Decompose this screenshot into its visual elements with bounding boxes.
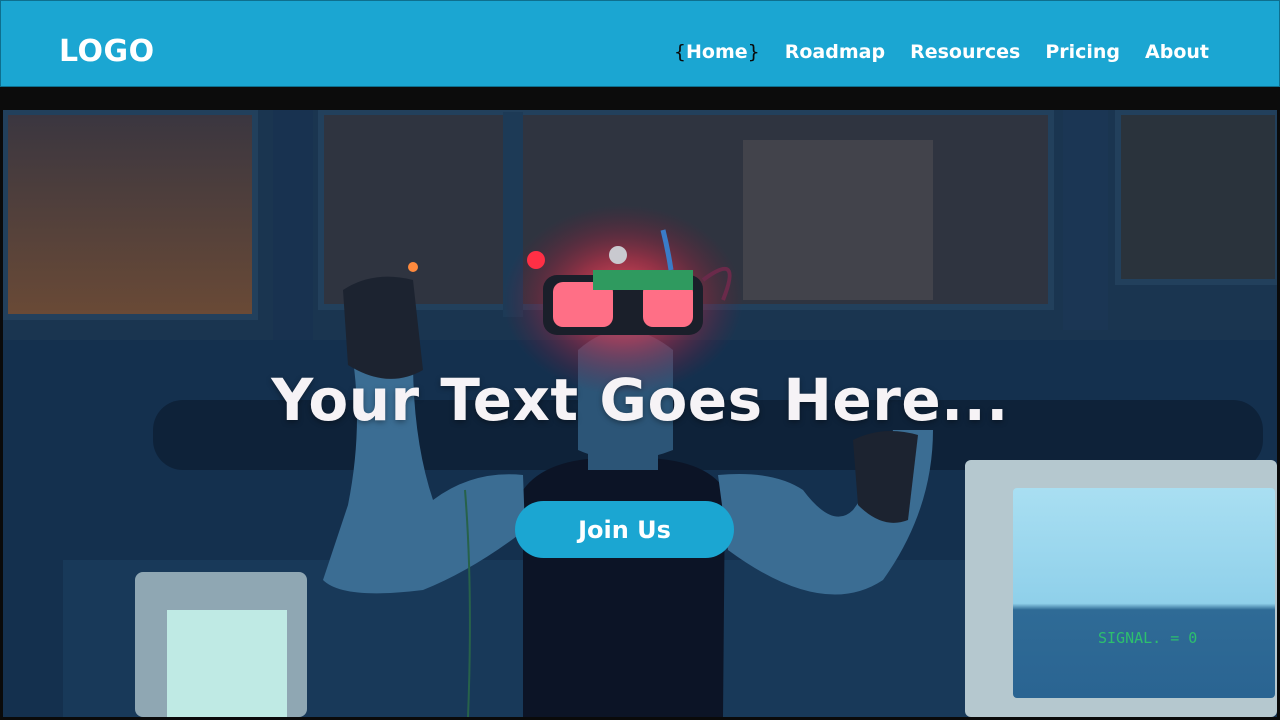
nav-link-roadmap[interactable]: Roadmap xyxy=(785,39,885,65)
navbar: LOGO {Home} Roadmap Resources Pricing Ab… xyxy=(0,0,1280,87)
close-brace: } xyxy=(747,41,760,63)
nav-link-pricing[interactable]: Pricing xyxy=(1045,39,1120,65)
nav-link-about[interactable]: About xyxy=(1145,39,1209,65)
monitor-signal-text: SIGNAL. = 0 xyxy=(1098,629,1197,647)
logo[interactable]: LOGO xyxy=(59,34,155,70)
nav-link-home[interactable]: {Home} xyxy=(674,39,760,65)
nav-links: {Home} Roadmap Resources Pricing About xyxy=(674,39,1209,65)
hero-headline: Your Text Goes Here... xyxy=(271,366,1009,434)
open-brace: { xyxy=(673,41,687,63)
nav-link-resources[interactable]: Resources xyxy=(910,39,1020,65)
join-us-button[interactable]: Join Us xyxy=(515,501,734,558)
nav-link-home-label: Home xyxy=(686,41,748,63)
hero-top-band xyxy=(0,87,1280,110)
hero-section: SIGNAL. = 0 Your Text Goes Here... Join … xyxy=(3,110,1277,717)
